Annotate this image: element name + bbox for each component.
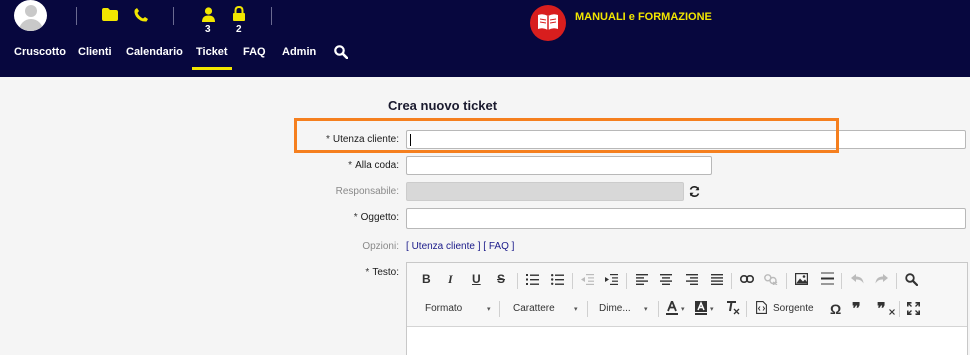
outdent-icon[interactable] — [581, 274, 594, 285]
format-dropdown[interactable]: Formato — [425, 303, 462, 314]
size-dropdown[interactable]: Dime... — [599, 303, 631, 314]
source-button[interactable]: Sorgente — [773, 303, 814, 314]
nav-cruscotto[interactable]: Cruscotto — [14, 46, 66, 68]
toolbar-separator — [731, 273, 732, 289]
book-icon[interactable] — [530, 5, 566, 41]
rich-text-editor: B I U S Formato ▾ Carattere ▾ Dime... ▾ … — [406, 262, 968, 355]
align-right-icon[interactable] — [686, 274, 698, 285]
background-color-icon[interactable] — [695, 301, 707, 315]
font-dropdown[interactable]: Carattere — [513, 303, 555, 314]
toolbar-separator — [746, 301, 747, 317]
oggetto-input[interactable] — [406, 208, 966, 229]
header-divider — [271, 7, 272, 25]
nav-faq[interactable]: FAQ — [243, 46, 266, 68]
toolbar-separator — [786, 273, 787, 289]
close-icon — [889, 309, 895, 315]
toolbar-separator — [572, 273, 573, 289]
label-oggetto: * Oggetto: — [353, 212, 399, 223]
lock-count: 2 — [236, 24, 242, 35]
nav-ticket[interactable]: Ticket — [192, 46, 232, 70]
utenza-cliente-input[interactable] — [406, 130, 966, 149]
nav-admin[interactable]: Admin — [282, 46, 316, 68]
toolbar-separator — [517, 273, 518, 289]
link-faq[interactable]: FAQ — [489, 241, 509, 252]
unlink-icon[interactable] — [764, 274, 778, 285]
redo-icon[interactable] — [875, 274, 888, 284]
indent-icon[interactable] — [605, 274, 618, 285]
maximize-icon[interactable] — [907, 302, 920, 315]
toolbar-separator — [841, 273, 842, 289]
align-left-icon[interactable] — [636, 274, 648, 285]
link-utenza-cliente[interactable]: Utenza cliente — [412, 241, 475, 252]
undo-icon[interactable] — [851, 274, 864, 284]
remove-format-icon[interactable] — [726, 301, 740, 315]
user-avatar-icon[interactable] — [14, 0, 47, 31]
phone-icon[interactable] — [134, 8, 148, 22]
responsabile-input — [406, 182, 684, 201]
source-icon[interactable] — [756, 301, 767, 314]
strikethrough-button[interactable]: S — [497, 272, 505, 286]
toolbar-separator — [899, 301, 900, 317]
label-testo: * Testo: — [365, 267, 399, 278]
user-icon[interactable] — [202, 7, 215, 22]
align-center-icon[interactable] — [660, 274, 672, 285]
find-icon[interactable] — [905, 273, 918, 286]
editor-body[interactable] — [407, 326, 967, 355]
italic-button[interactable]: I — [448, 272, 453, 287]
label-coda: * Alla coda: — [348, 160, 399, 171]
chevron-down-icon[interactable]: ▾ — [644, 305, 648, 313]
label-utenza: * Utenza cliente: — [325, 134, 399, 145]
coda-input[interactable] — [406, 156, 712, 175]
toolbar-separator — [626, 273, 627, 289]
bold-button[interactable]: B — [422, 272, 431, 286]
chevron-down-icon[interactable]: ▾ — [681, 305, 685, 313]
top-header: 3 2 MANUALI e FORMAZIONE Cruscotto Clien… — [0, 0, 970, 77]
underline-button[interactable]: U — [472, 272, 481, 286]
page-title: Crea nuovo ticket — [388, 98, 498, 113]
nav-clienti[interactable]: Clienti — [78, 46, 112, 68]
blockquote-button[interactable]: ❞ — [852, 299, 861, 319]
label-opzioni: Opzioni: — [362, 241, 399, 252]
refresh-icon[interactable] — [689, 184, 700, 202]
options-links: [ Utenza cliente ] [ FAQ ] — [406, 241, 515, 252]
brand-title[interactable]: MANUALI e FORMAZIONE — [575, 11, 712, 23]
folder-icon[interactable] — [102, 8, 118, 21]
link-icon[interactable] — [740, 275, 754, 283]
text-color-icon[interactable] — [666, 301, 678, 315]
toolbar-separator — [658, 301, 659, 317]
header-divider — [76, 7, 77, 25]
toolbar-separator — [896, 273, 897, 289]
chevron-down-icon[interactable]: ▾ — [710, 305, 714, 313]
horizontal-rule-icon[interactable] — [821, 272, 834, 285]
text-caret — [410, 134, 411, 146]
search-icon[interactable] — [334, 45, 349, 64]
chevron-down-icon[interactable]: ▾ — [487, 305, 491, 313]
lock-icon[interactable] — [233, 6, 245, 21]
nav-calendario[interactable]: Calendario — [126, 46, 183, 68]
numbered-list-icon[interactable] — [526, 274, 539, 285]
user-count: 3 — [205, 24, 211, 35]
justify-icon[interactable] — [711, 274, 723, 285]
toolbar-separator — [499, 301, 500, 317]
image-icon[interactable] — [795, 273, 808, 285]
label-responsabile: Responsabile: — [335, 186, 399, 197]
header-divider — [173, 7, 174, 25]
bulleted-list-icon[interactable] — [551, 274, 564, 285]
toolbar-separator — [587, 301, 588, 317]
chevron-down-icon[interactable]: ▾ — [574, 305, 578, 313]
blockquote-remove-button[interactable]: ❞ — [877, 299, 886, 319]
special-char-button[interactable]: Ω — [830, 301, 841, 317]
